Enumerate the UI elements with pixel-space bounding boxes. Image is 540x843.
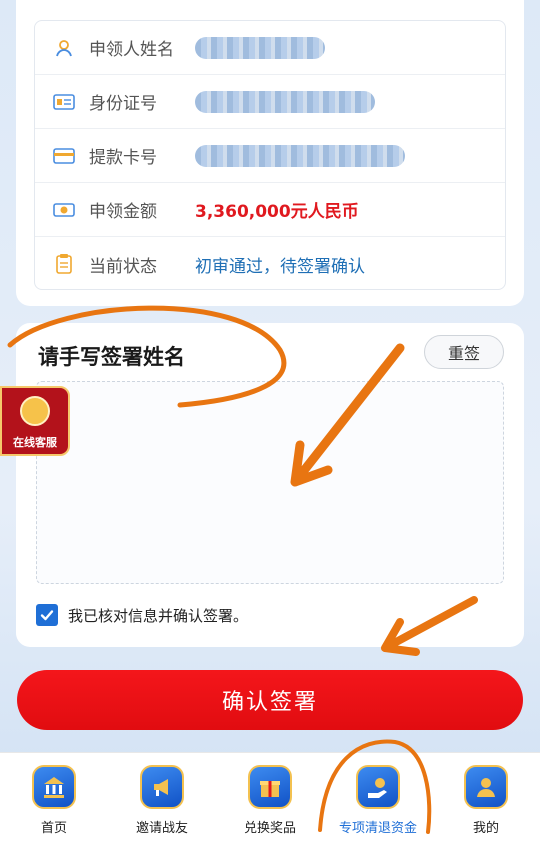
masked-value [195,36,325,59]
signature-pad[interactable] [36,381,504,584]
confirm-checkbox-row[interactable]: 我已核对信息并确认签署。 [36,604,248,626]
megaphone-icon [140,765,184,809]
row-bank-card: 提款卡号 [35,129,505,183]
tab-mine[interactable]: 我的 [432,753,540,843]
row-status: 当前状态 初审通过，待签署确认 [35,237,505,291]
money-icon [53,199,75,221]
tab-label: 专项清退资金 [338,821,417,836]
bottom-tab-bar: 首页 邀请战友 兑换奖品 专项清退资金 我的 [0,752,540,843]
masked-value [195,90,375,113]
row-label: 身份证号 [89,94,157,114]
gift-icon [248,765,292,809]
row-applicant-name: 申领人姓名 [35,21,505,75]
id-card-icon [53,91,75,113]
tab-label: 兑换奖品 [243,821,296,836]
masked-value [195,144,405,167]
row-id-number: 身份证号 [35,75,505,129]
row-amount: 申领金额 3,360,000元人民币 [35,183,505,237]
amount-value: 3,360,000元人民币 [195,202,359,222]
tab-label: 首页 [40,821,67,836]
applicant-info-table: 申领人姓名 身份证号 提款卡号 申领金额 3,360,000元人民币 当前状态 … [34,20,506,290]
confirm-sign-button[interactable]: 确认签署 [17,670,523,730]
tab-home[interactable]: 首页 [0,753,108,843]
money-hand-icon [356,765,400,809]
clipboard-icon [53,253,75,275]
row-label: 申领金额 [89,202,157,222]
reset-signature-button[interactable]: 重签 [424,335,504,369]
tab-invite[interactable]: 邀请战友 [108,753,216,843]
online-service-button[interactable]: 在线客服 [0,386,70,456]
user-icon [464,765,508,809]
tab-label: 我的 [472,821,499,836]
row-label: 申领人姓名 [89,40,174,60]
tab-label: 邀请战友 [135,821,188,836]
tab-special-refund[interactable]: 专项清退资金 [324,753,432,843]
signature-card: 请手写签署姓名 重签 我已核对信息并确认签署。 [16,323,524,647]
signature-title: 请手写签署姓名 [38,345,185,369]
tab-rewards[interactable]: 兑换奖品 [216,753,324,843]
status-value: 初审通过，待签署确认 [195,256,365,277]
bank-card-icon [53,145,75,167]
confirm-checkbox[interactable] [36,604,58,626]
confirm-checkbox-label: 我已核对信息并确认签署。 [68,606,249,625]
customer-service-icon [20,396,50,426]
online-service-label: 在线客服 [13,436,57,449]
bank-icon [32,765,76,809]
person-icon [53,37,75,59]
row-label: 当前状态 [89,256,157,277]
row-label: 提款卡号 [89,148,157,168]
